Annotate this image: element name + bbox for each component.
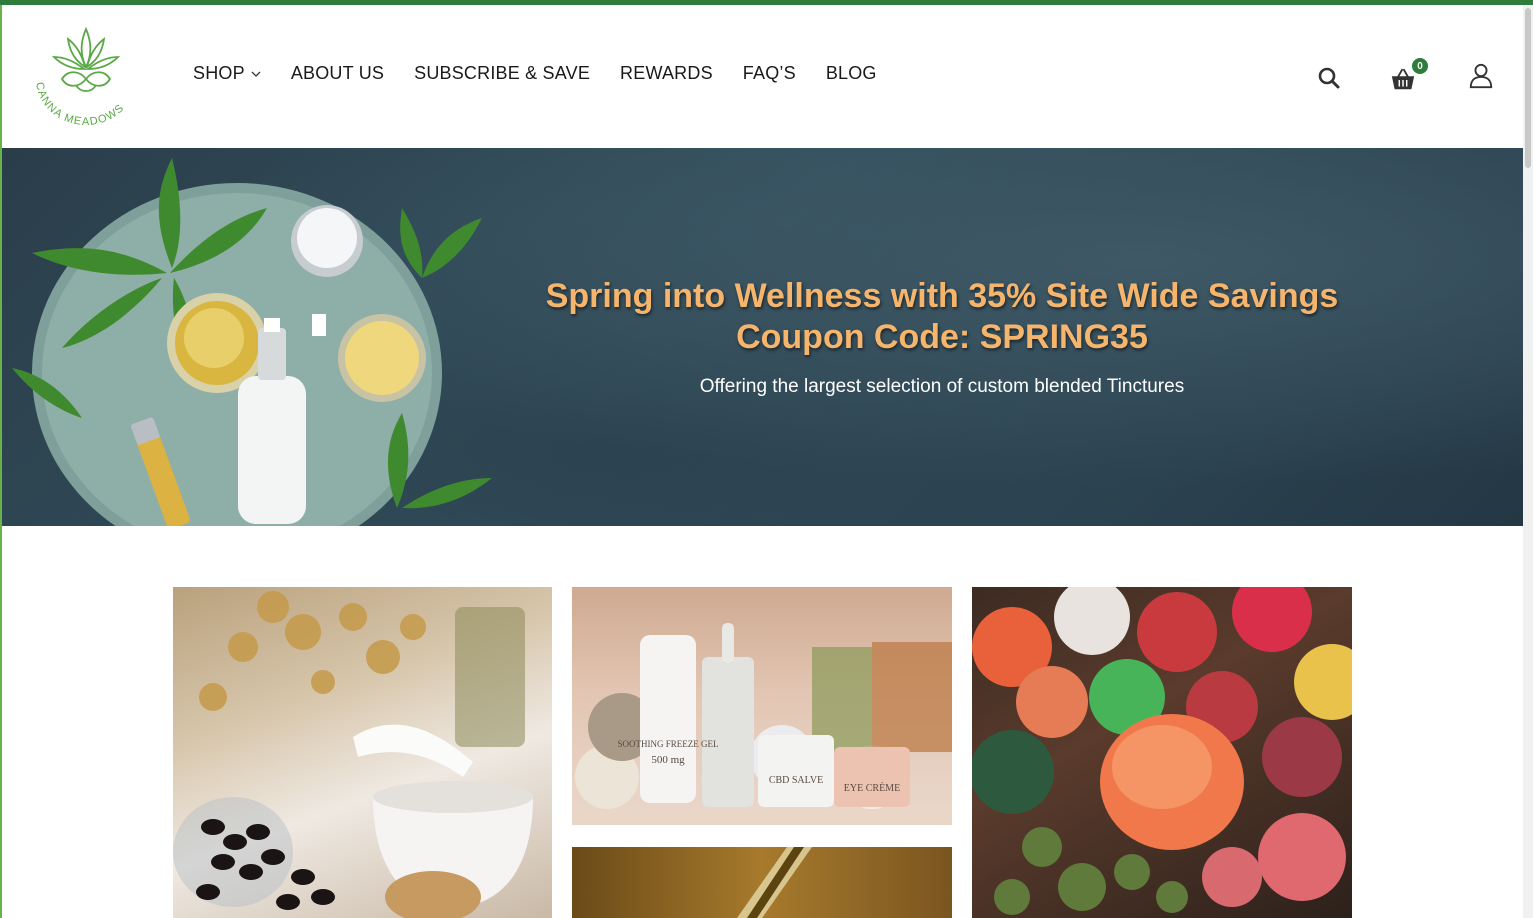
user-icon[interactable] [1468, 63, 1494, 89]
nav-rewards-label: REWARDS [620, 63, 713, 83]
hero-title-line2: Coupon Code: SPRING35 [736, 318, 1148, 356]
nav-about-us[interactable]: ABOUT US [291, 63, 384, 84]
site-header: CANNA MEADOWS SHOP ABOUT US SUBSCRIBE & … [2, 5, 1523, 147]
nav-subscribe-save-label: SUBSCRIBE & SAVE [414, 63, 591, 83]
hero-subtitle: Offering the largest selection of custom… [699, 376, 1185, 397]
tincture-dropper-image [737, 847, 812, 918]
category-tile-topicals[interactable]: SOOTHING FREEZE GEL 500 mg CBD SALVE EYE… [572, 587, 952, 825]
nav-shop[interactable]: SHOP [193, 63, 261, 84]
product-label-500mg: 500 mg [651, 754, 685, 766]
hero-title-line1: Spring into Wellness with 35% Site Wide … [545, 277, 1339, 315]
gummies-image [972, 587, 1352, 915]
main-nav: SHOP ABOUT US SUBSCRIBE & SAVE REWARDS F… [193, 63, 907, 84]
hero-banner[interactable]: Spring into Wellness with 35% Site Wide … [2, 148, 1523, 526]
nav-subscribe-save[interactable]: SUBSCRIBE & SAVE [414, 63, 590, 84]
nav-shop-label: SHOP [193, 63, 245, 83]
nav-rewards[interactable]: REWARDS [620, 63, 713, 84]
cart-count-badge: 0 [1412, 58, 1428, 74]
nav-faqs[interactable]: FAQ’S [743, 63, 796, 84]
category-tile-tinctures[interactable] [572, 847, 952, 918]
capsules-mortar-image [173, 591, 533, 918]
product-label-freeze-gel: SOOTHING FREEZE GEL [618, 739, 719, 749]
scrollbar-thumb[interactable] [1525, 8, 1531, 168]
product-label-cbd-salve: CBD SALVE [769, 775, 823, 786]
category-tile-gummies[interactable] [972, 587, 1352, 918]
nav-blog[interactable]: BLOG [826, 63, 877, 84]
logo-text: CANNA MEADOWS [33, 81, 127, 128]
search-icon[interactable] [1316, 65, 1342, 91]
nav-faqs-label: FAQ’S [742, 63, 796, 83]
topical-products-image: SOOTHING FREEZE GEL 500 mg CBD SALVE EYE… [572, 623, 952, 825]
product-label-eye-creme: EYE CRÈME [844, 782, 900, 794]
hero-title: Spring into Wellness with 35% Site Wide … [362, 276, 1522, 358]
nav-blog-label: BLOG [825, 63, 877, 83]
category-tile-capsules[interactable] [173, 587, 552, 918]
chevron-down-icon [251, 71, 261, 77]
nav-about-us-label: ABOUT US [290, 63, 385, 83]
basket-icon[interactable] [1390, 67, 1416, 93]
canna-meadows-logo[interactable]: CANNA MEADOWS [28, 23, 144, 135]
